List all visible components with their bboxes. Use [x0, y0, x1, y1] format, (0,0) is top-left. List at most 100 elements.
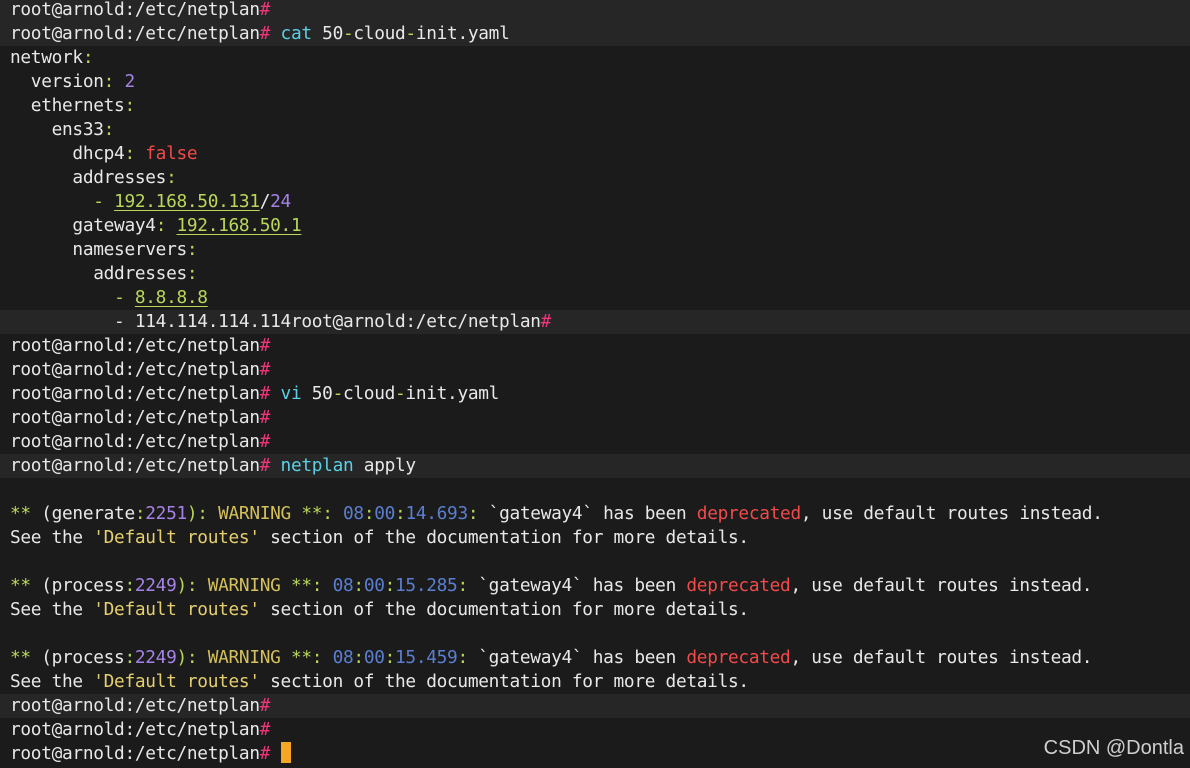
terminal-text-segment: :: [124, 647, 135, 668]
terminal-line: - 8.8.8.8: [0, 286, 1190, 310]
terminal-text-segment: 'Default routes': [93, 671, 260, 692]
terminal-line: See the 'Default routes' section of the …: [0, 670, 1190, 694]
terminal-line: root@arnold:/etc/netplan#: [0, 334, 1190, 358]
terminal-line: network:: [0, 46, 1190, 70]
terminal-text-segment: netplan: [280, 455, 354, 476]
terminal-line: dhcp4: false: [0, 142, 1190, 166]
terminal-text-segment: :: [363, 503, 375, 524]
terminal-text-segment: dhcp4: [10, 143, 125, 164]
terminal-line: - 192.168.50.131/24: [0, 190, 1190, 214]
terminal-text-segment: gateway4: [10, 215, 156, 236]
terminal-text-segment: apply: [353, 455, 416, 476]
terminal-text-segment: WARNING: [218, 503, 302, 524]
terminal-text-segment: :: [186, 239, 198, 260]
terminal-text-segment: #: [259, 407, 271, 428]
terminal-text-segment: #: [259, 359, 271, 380]
terminal-text-segment: :: [353, 647, 364, 668]
terminal-text-segment: ethernets: [10, 95, 125, 116]
terminal-text-segment: #: [259, 455, 281, 476]
terminal-text-segment: root@arnold:/etc/netplan: [10, 455, 260, 476]
terminal-text-segment: **: [301, 503, 323, 524]
csdn-watermark: CSDN @Dontla: [1043, 737, 1184, 759]
terminal-text-segment: :: [395, 503, 406, 524]
terminal-text-segment: -: [342, 23, 354, 44]
terminal-text-segment: -: [114, 287, 135, 308]
terminal-text-segment: #: [259, 23, 281, 44]
terminal-text-segment: **: [10, 503, 42, 524]
terminal-text-segment: cat: [280, 23, 313, 44]
terminal-text-segment: root@arnold:/etc/netplan: [10, 359, 260, 380]
terminal-text-segment: :: [186, 263, 198, 284]
terminal-window[interactable]: root@arnold:/etc/netplan# root@arnold:/et…: [0, 0, 1190, 768]
terminal-text-segment: 08: [332, 647, 354, 668]
terminal-text-segment: :: [103, 71, 125, 92]
terminal-text-segment: 'Default routes': [93, 527, 260, 548]
terminal-text-segment: deprecated: [696, 503, 801, 524]
terminal-line: gateway4: 192.168.50.1: [0, 214, 1190, 238]
terminal-text-segment: vi: [280, 383, 302, 404]
terminal-text-segment: addresses: [10, 167, 167, 188]
terminal-text-segment: root@arnold:/etc/netplan: [10, 335, 260, 356]
terminal-text-segment: 00: [363, 575, 385, 596]
terminal-text-segment: :: [155, 215, 177, 236]
terminal-text-segment: 50: [311, 23, 343, 44]
terminal-text-segment: :: [457, 575, 479, 596]
terminal-text-segment: init.yaml: [405, 383, 500, 404]
terminal-text-segment: **: [290, 647, 312, 668]
terminal-text-segment: :: [124, 95, 135, 116]
terminal-text-segment: #: [259, 743, 281, 764]
terminal-line: ** (process:2249): WARNING **: 08:00:15.…: [0, 646, 1190, 670]
terminal-line: root@arnold:/etc/netplan#: [0, 358, 1190, 382]
terminal-text-segment: :: [134, 503, 146, 524]
terminal-text-segment: (generate: [41, 503, 135, 524]
terminal-text-segment: -: [93, 191, 115, 212]
terminal-text-segment: 15.285: [395, 575, 458, 596]
terminal-text-segment: #: [259, 431, 271, 452]
terminal-text-segment: root@arnold:/etc/netplan: [10, 23, 260, 44]
terminal-text-segment: (process: [41, 575, 125, 596]
terminal-text-segment: :: [467, 503, 489, 524]
terminal-text-segment: :: [353, 575, 364, 596]
terminal-text-segment: **: [290, 575, 312, 596]
terminal-text-segment: 2251: [145, 503, 187, 524]
terminal-text-segment: init.yaml: [415, 23, 510, 44]
terminal-line: ** (process:2249): WARNING **: 08:00:15.…: [0, 574, 1190, 598]
terminal-text-segment: root@arnold:/etc/netplan: [10, 431, 260, 452]
terminal-text-segment: 192.168.50.1: [176, 215, 302, 236]
terminal-line: root@arnold:/etc/netplan#: [0, 0, 1190, 22]
terminal-text-segment: #: [259, 383, 281, 404]
terminal-text-segment: root@arnold:/etc/netplan: [10, 407, 260, 428]
terminal-line: root@arnold:/etc/netplan# netplan apply: [0, 454, 1190, 478]
terminal-text-segment: **: [10, 647, 42, 668]
terminal-text-segment: :: [311, 575, 333, 596]
terminal-line: root@arnold:/etc/netplan#: [0, 406, 1190, 430]
terminal-text-segment: :: [82, 47, 94, 68]
terminal-text-segment: 192.168.50.131: [114, 191, 260, 212]
terminal-text-segment: 50: [301, 383, 333, 404]
terminal-text-segment: :: [124, 143, 146, 164]
terminal-text-segment: root@arnold:/etc/netplan: [10, 0, 260, 20]
terminal-line: ens33:: [0, 118, 1190, 142]
terminal-text-segment: deprecated: [686, 647, 791, 668]
terminal-text-segment: -: [332, 383, 344, 404]
terminal-text-segment: ):: [186, 503, 219, 524]
terminal-text-segment: deprecated: [686, 575, 791, 596]
terminal-text-segment: root@arnold:/etc/netplan: [10, 719, 260, 740]
terminal-text-segment: section of the documentation for more de…: [259, 671, 749, 692]
terminal-text-segment: /: [259, 191, 271, 212]
terminal-text-segment: -: [395, 383, 406, 404]
terminal-text-segment: #: [540, 311, 552, 332]
terminal-text-segment: root@arnold:/etc/netplan: [10, 743, 260, 764]
terminal-text-segment: section of the documentation for more de…: [259, 599, 749, 620]
terminal-text-segment: root@arnold:/etc/netplan: [10, 383, 260, 404]
terminal-text-segment: See the: [10, 527, 94, 548]
terminal-text-segment: 2: [124, 71, 135, 92]
terminal-text-segment: `gateway4` has been: [478, 647, 687, 668]
terminal-line: ethernets:: [0, 94, 1190, 118]
terminal-text-segment: WARNING: [207, 575, 291, 596]
terminal-text-segment: 14.693: [405, 503, 468, 524]
terminal-text-segment: network: [10, 47, 83, 68]
